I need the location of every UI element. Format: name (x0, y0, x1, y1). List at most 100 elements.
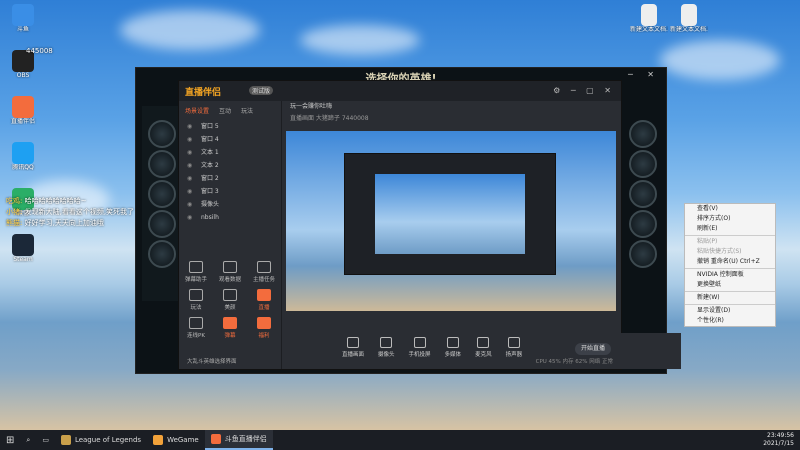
tool-icon (189, 289, 203, 301)
context-menu-item[interactable]: 显示设置(D) (685, 306, 775, 316)
live-preview[interactable] (286, 131, 616, 311)
champion-portrait (148, 180, 176, 208)
tool-button[interactable]: 弹幕 (213, 317, 247, 339)
danmu-message: 熊猫: 好好学习,天天向上加油哦 (6, 218, 104, 228)
taskbar-app[interactable]: League of Legends (55, 430, 147, 450)
context-menu-item[interactable]: 新建(W) (685, 293, 775, 303)
live-companion-window[interactable]: 直播伴侣 测试版 ⚙ ─ ▢ ✕ 场景设置互动玩法 窗口 5窗口 4文本 1文本… (178, 80, 681, 370)
tool-button[interactable]: 美颜 (213, 289, 247, 311)
taskbar-app[interactable]: 斗鱼直播伴侣 (204, 430, 273, 450)
source-button[interactable]: 手机投屏 (409, 333, 431, 369)
source-label: 扬声器 (505, 352, 523, 358)
tool-grid: 弹幕助手 观看数据 主播任务玩法 美颜 直播连线PK 弹幕 福利 (179, 261, 281, 339)
scene-item[interactable]: 窗口 3 (179, 185, 281, 198)
source-label: 手机投屏 (408, 352, 431, 358)
tool-icon (257, 317, 271, 329)
source-icon (347, 337, 359, 348)
clock-time: 23:49:56 (767, 432, 794, 439)
stream-info: 直播画面 大猪蹄子 7440008 (290, 115, 369, 122)
source-button[interactable]: 麦克风 (475, 333, 492, 369)
scene-item[interactable]: 文本 1 (179, 146, 281, 159)
tool-button[interactable]: 弹幕助手 (179, 261, 213, 283)
scene-sidebar: 场景设置互动玩法 窗口 5窗口 4文本 1文本 2窗口 2窗口 3摄像头nbsi… (179, 101, 282, 369)
context-menu-item[interactable]: 更换壁纸 (685, 280, 775, 290)
champion-portrait (148, 150, 176, 178)
app-icon (12, 4, 34, 26)
scene-item[interactable]: 窗口 5 (179, 120, 281, 133)
nested-preview (344, 153, 556, 275)
tool-button[interactable]: 直播 (247, 289, 281, 311)
app-icon (12, 96, 34, 118)
taskbar: ⊞ ⌕ ▭ League of Legends WeGame 斗鱼直播伴侣 23:4… (0, 430, 800, 450)
source-button[interactable]: 多媒体 (445, 333, 461, 369)
tool-label: 连线PK (187, 333, 205, 339)
taskbar-app-label: WeGame (167, 436, 199, 444)
status-bar: CPU 45% 内存 62% 网络 正常 (535, 359, 613, 365)
desktop-icon[interactable]: 新建文本文档.txt (670, 4, 708, 33)
desktop-icon[interactable]: 腾讯QQ (4, 142, 42, 171)
tool-button[interactable]: 福利 (247, 317, 281, 339)
sidebar-tab[interactable]: 玩法 (241, 106, 253, 115)
danmu-user: 小猪: (6, 208, 25, 216)
desktop-icon[interactable]: 新建文本文档.txt (630, 4, 668, 33)
stream-title[interactable]: 玩一会赚你吐嗨 (282, 101, 621, 113)
tool-icon (223, 289, 237, 301)
taskbar-app[interactable]: WeGame (147, 430, 205, 450)
scene-item[interactable]: 摄像头 (179, 198, 281, 211)
tool-button[interactable]: 观看数据 (213, 261, 247, 283)
game-label: 大乱斗英雄选择界面 (187, 359, 237, 365)
task-view-icon[interactable]: ▭ (36, 430, 55, 450)
file-icon (641, 4, 657, 26)
system-clock[interactable]: 23:49:56 2021/7/15 (763, 432, 794, 448)
desktop-icon-label: Steam (13, 256, 33, 263)
context-menu-item[interactable]: 个性化(R) (685, 316, 775, 326)
source-icon (413, 337, 426, 348)
champion-portrait (148, 120, 176, 148)
context-menu-item[interactable]: 撤销 重命名(U) Ctrl+Z (685, 257, 775, 267)
game-window-controls[interactable]: ─ ✕ (628, 70, 660, 79)
source-button[interactable]: 扬声器 (505, 333, 523, 369)
window-controls-icon[interactable]: ⚙ ─ ▢ ✕ (553, 86, 615, 95)
start-button[interactable]: ⊞ (0, 430, 20, 450)
tool-button[interactable]: 连线PK (179, 317, 213, 339)
tool-label: 福利 (258, 333, 270, 339)
source-icon (477, 337, 490, 348)
tool-label: 弹幕 (224, 333, 236, 339)
source-button[interactable]: 摄像头 (378, 333, 395, 369)
source-icon (380, 337, 393, 348)
desktop-icon[interactable]: 斗鱼 (4, 4, 42, 33)
tool-button[interactable]: 玩法 (179, 289, 213, 311)
desktop-icon[interactable]: Steam (4, 234, 42, 263)
sidebar-tab[interactable]: 互动 (219, 106, 231, 115)
source-label: 直播画面 (342, 352, 365, 358)
context-menu-item: 粘贴快捷方式(S) (697, 248, 742, 255)
tool-label: 美颜 (224, 305, 236, 311)
champion-portrait (148, 210, 176, 238)
tool-icon (257, 261, 271, 273)
danmu-message: 小猪: 发现新大陆,看看这个视频,笑死我了 (6, 207, 134, 217)
tool-icon (189, 317, 203, 329)
context-menu-item[interactable]: 刷新(E) (685, 224, 775, 234)
source-button[interactable]: 直播画面 (342, 333, 364, 369)
tool-button[interactable]: 主播任务 (247, 261, 281, 283)
start-live-button[interactable]: 开始直播 (575, 343, 611, 355)
desktop-icon[interactable]: 直播伴侣 (4, 96, 42, 125)
preview-area: 玩一会赚你吐嗨 直播画面 大猪蹄子 7440008 直播画面 摄像头 手机投屏 多媒体… (282, 101, 681, 369)
context-menu-item[interactable]: 排序方式(O) (685, 214, 775, 224)
scene-item[interactable]: 窗口 4 (179, 133, 281, 146)
context-menu-item[interactable]: 查看(V) (685, 204, 775, 214)
source-icon (507, 337, 520, 348)
search-icon[interactable]: ⌕ (20, 430, 36, 450)
tool-icon (223, 261, 237, 273)
context-menu-item[interactable]: NVIDIA 控制面板 (685, 270, 775, 280)
scene-item[interactable]: 文本 2 (179, 159, 281, 172)
danmu-text: 哈哈哈哈哈哈哈哈~ (24, 197, 87, 205)
tool-label: 弹幕助手 (184, 277, 207, 283)
menu-separator (685, 268, 775, 269)
scene-item[interactable]: 窗口 2 (179, 172, 281, 185)
danmu-text: 好好学习,天天向上加油哦 (24, 219, 104, 227)
sidebar-tab[interactable]: 场景设置 (185, 106, 209, 115)
tool-label: 玩法 (190, 305, 202, 311)
bottom-toolbar: 直播画面 摄像头 手机投屏 多媒体 麦克风 扬声器 (282, 333, 681, 369)
scene-item[interactable]: nbsilh (179, 211, 281, 224)
